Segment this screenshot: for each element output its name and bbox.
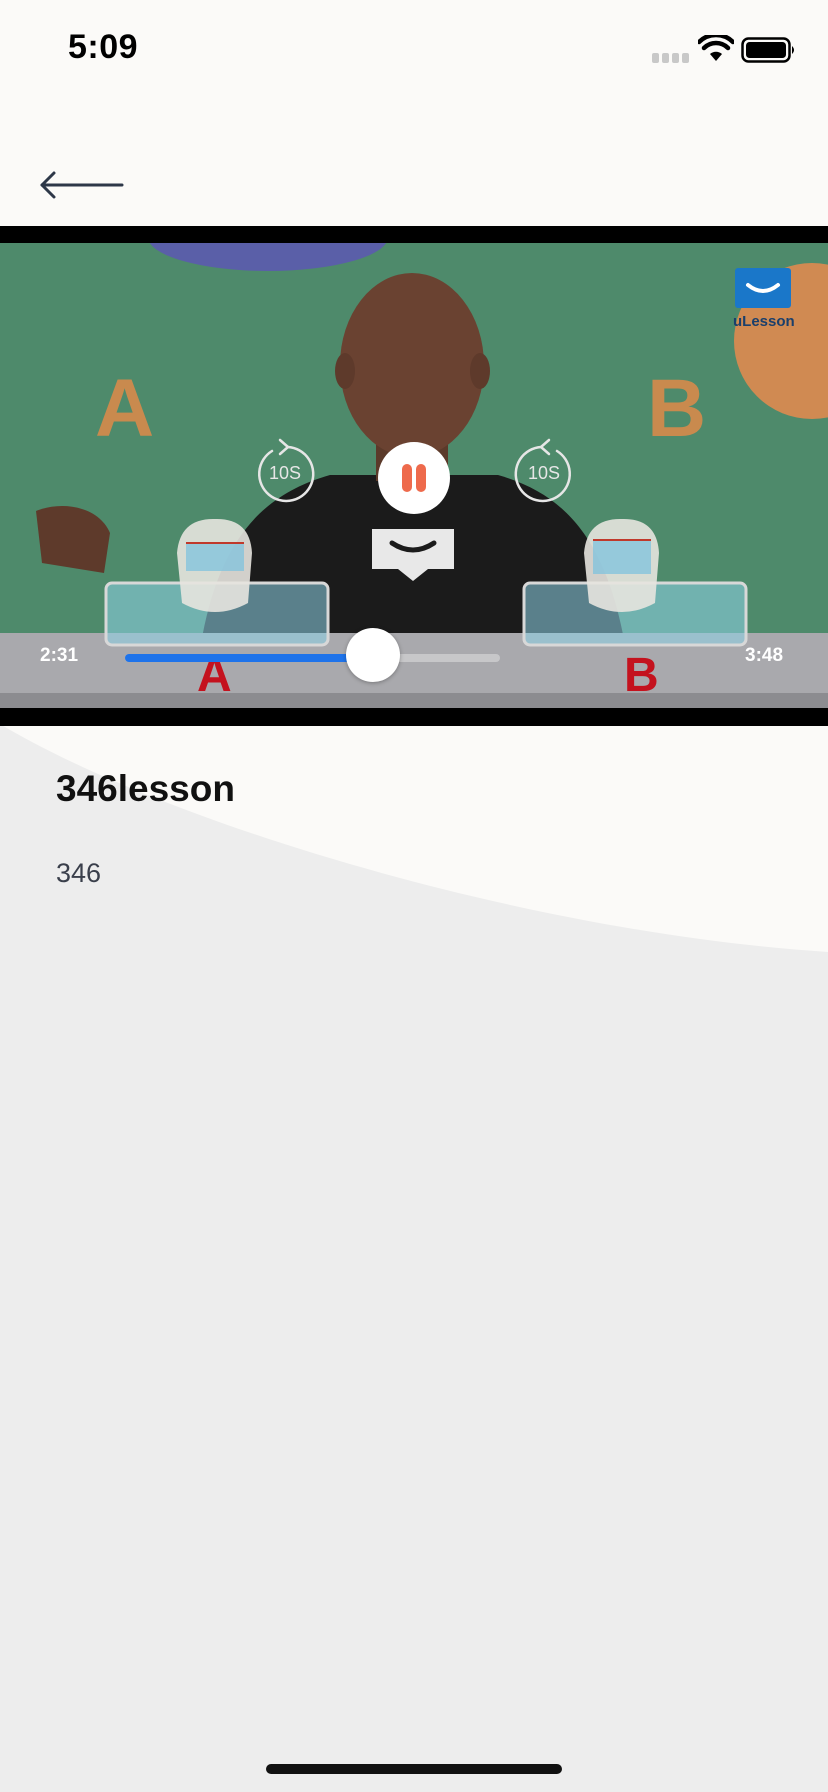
video-controls: 10S 10S 2:31 3:48 bbox=[0, 226, 828, 726]
back-button[interactable] bbox=[38, 168, 124, 204]
progress-fill bbox=[125, 654, 374, 662]
pause-icon bbox=[402, 464, 412, 492]
status-time: 5:09 bbox=[68, 28, 139, 66]
wifi-icon bbox=[698, 35, 734, 61]
current-time: 2:31 bbox=[40, 645, 79, 666]
lesson-subtitle: 346 bbox=[56, 858, 102, 888]
home-indicator bbox=[266, 1764, 562, 1774]
skip-forward-label: 10S bbox=[527, 463, 561, 483]
skip-back-button[interactable]: 10S bbox=[250, 438, 320, 508]
video-player[interactable]: A B A B uLesson 10S 10S 2:31 3:48 bbox=[0, 226, 828, 726]
battery-icon bbox=[741, 37, 794, 63]
cellular-signal-icon bbox=[652, 53, 690, 63]
skip-back-label: 10S bbox=[268, 463, 302, 483]
pause-icon-bar bbox=[416, 464, 426, 492]
status-bar: 5:09 bbox=[0, 0, 828, 100]
pause-button[interactable] bbox=[378, 442, 450, 514]
total-time: 3:48 bbox=[745, 645, 784, 666]
progress-track[interactable] bbox=[125, 654, 500, 662]
lesson-title: 346lesson bbox=[56, 768, 235, 809]
skip-forward-button[interactable]: 10S bbox=[509, 438, 579, 508]
arrow-left-icon bbox=[40, 171, 124, 199]
progress-thumb[interactable] bbox=[346, 628, 401, 682]
